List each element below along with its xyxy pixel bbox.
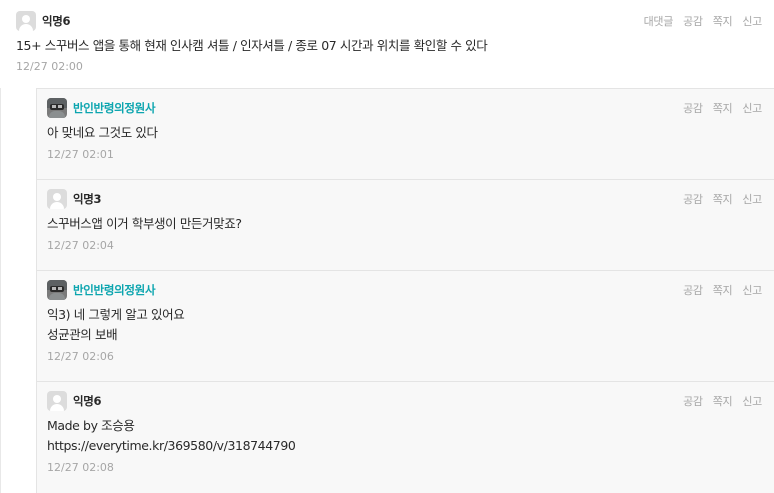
like-button[interactable]: 공감	[683, 282, 703, 298]
reply-time: 12/27 02:08	[47, 461, 114, 474]
report-button[interactable]: 신고	[742, 393, 762, 409]
like-button[interactable]: 공감	[683, 191, 703, 207]
report-button[interactable]: 신고	[742, 191, 762, 207]
reply-text-line: 성균관의 보배	[47, 327, 118, 342]
anonymous-avatar-icon	[16, 11, 36, 31]
reply-header: 반인반령의정원사 공감 쪽지 신고	[47, 97, 762, 119]
reply-link[interactable]: https://everytime.kr/369580/v/318744790	[47, 436, 762, 456]
like-button[interactable]: 공감	[683, 100, 703, 116]
reply-actions: 공감 쪽지 신고	[683, 100, 762, 116]
reply-button[interactable]: 대댓글	[644, 13, 674, 29]
report-button[interactable]: 신고	[742, 282, 762, 298]
anonymous-avatar-icon	[47, 391, 67, 411]
reply-item: 반인반령의정원사 공감 쪽지 신고 익3) 네 그렇게 알고 있어요 성균관의 …	[36, 270, 774, 381]
comment-time: 12/27 02:00	[16, 60, 83, 73]
anonymous-avatar-icon	[47, 189, 67, 209]
profile-photo-avatar-icon	[47, 280, 67, 300]
message-button[interactable]: 쪽지	[713, 13, 733, 29]
like-button[interactable]: 공감	[683, 393, 703, 409]
reply-header: 반인반령의정원사 공감 쪽지 신고	[47, 279, 762, 301]
message-button[interactable]: 쪽지	[713, 100, 733, 116]
reply-time: 12/27 02:06	[47, 350, 114, 363]
reply-header: 익명6 공감 쪽지 신고	[47, 390, 762, 412]
replies-left-border	[36, 88, 37, 493]
reply-time: 12/27 02:04	[47, 239, 114, 252]
reply-text: Made by 조승용 https://everytime.kr/369580/…	[47, 416, 762, 456]
reply-item: 익명6 공감 쪽지 신고 Made by 조승용 https://everyti…	[36, 381, 774, 493]
reply-nickname: 익명6	[73, 394, 102, 408]
report-button[interactable]: 신고	[742, 100, 762, 116]
comment-header: 익명6 대댓글 공감 쪽지 신고	[16, 10, 762, 32]
comment-nickname: 익명6	[42, 14, 71, 28]
report-button[interactable]: 신고	[742, 13, 762, 29]
message-button[interactable]: 쪽지	[713, 393, 733, 409]
reply-text-line: 익3) 네 그렇게 알고 있어요	[47, 307, 185, 322]
reply-text: 익3) 네 그렇게 알고 있어요 성균관의 보배	[47, 305, 762, 345]
reply-nickname: 익명3	[73, 192, 102, 206]
thread-left-border	[0, 88, 1, 493]
reply-text: 스꾸버스앱 이거 학부생이 만든거맞죠?	[47, 216, 242, 231]
reply-nickname: 반인반령의정원사	[73, 283, 156, 297]
reply-actions: 공감 쪽지 신고	[683, 191, 762, 207]
comment: 익명6 대댓글 공감 쪽지 신고 15+ 스꾸버스 앱을 통해 현재 인사캠 셔…	[0, 0, 774, 86]
reply-actions: 공감 쪽지 신고	[683, 393, 762, 409]
comment-text: 15+ 스꾸버스 앱을 통해 현재 인사캠 셔틀 / 인자셔틀 / 종로 07 …	[16, 38, 488, 53]
reply-nickname: 반인반령의정원사	[73, 101, 156, 115]
like-button[interactable]: 공감	[683, 13, 703, 29]
message-button[interactable]: 쪽지	[713, 282, 733, 298]
reply-item: 반인반령의정원사 공감 쪽지 신고 아 맞네요 그것도 있다 12/27 02:…	[36, 88, 774, 179]
comment-thread: 익명6 대댓글 공감 쪽지 신고 15+ 스꾸버스 앱을 통해 현재 인사캠 셔…	[0, 0, 774, 493]
message-button[interactable]: 쪽지	[713, 191, 733, 207]
reply-text-line: Made by 조승용	[47, 418, 135, 433]
profile-photo-avatar-icon	[47, 98, 67, 118]
comment-actions: 대댓글 공감 쪽지 신고	[644, 13, 763, 29]
reply-actions: 공감 쪽지 신고	[683, 282, 762, 298]
reply-text: 아 맞네요 그것도 있다	[47, 125, 158, 140]
reply-item: 익명3 공감 쪽지 신고 스꾸버스앱 이거 학부생이 만든거맞죠? 12/27 …	[36, 179, 774, 270]
reply-time: 12/27 02:01	[47, 148, 114, 161]
reply-header: 익명3 공감 쪽지 신고	[47, 188, 762, 210]
